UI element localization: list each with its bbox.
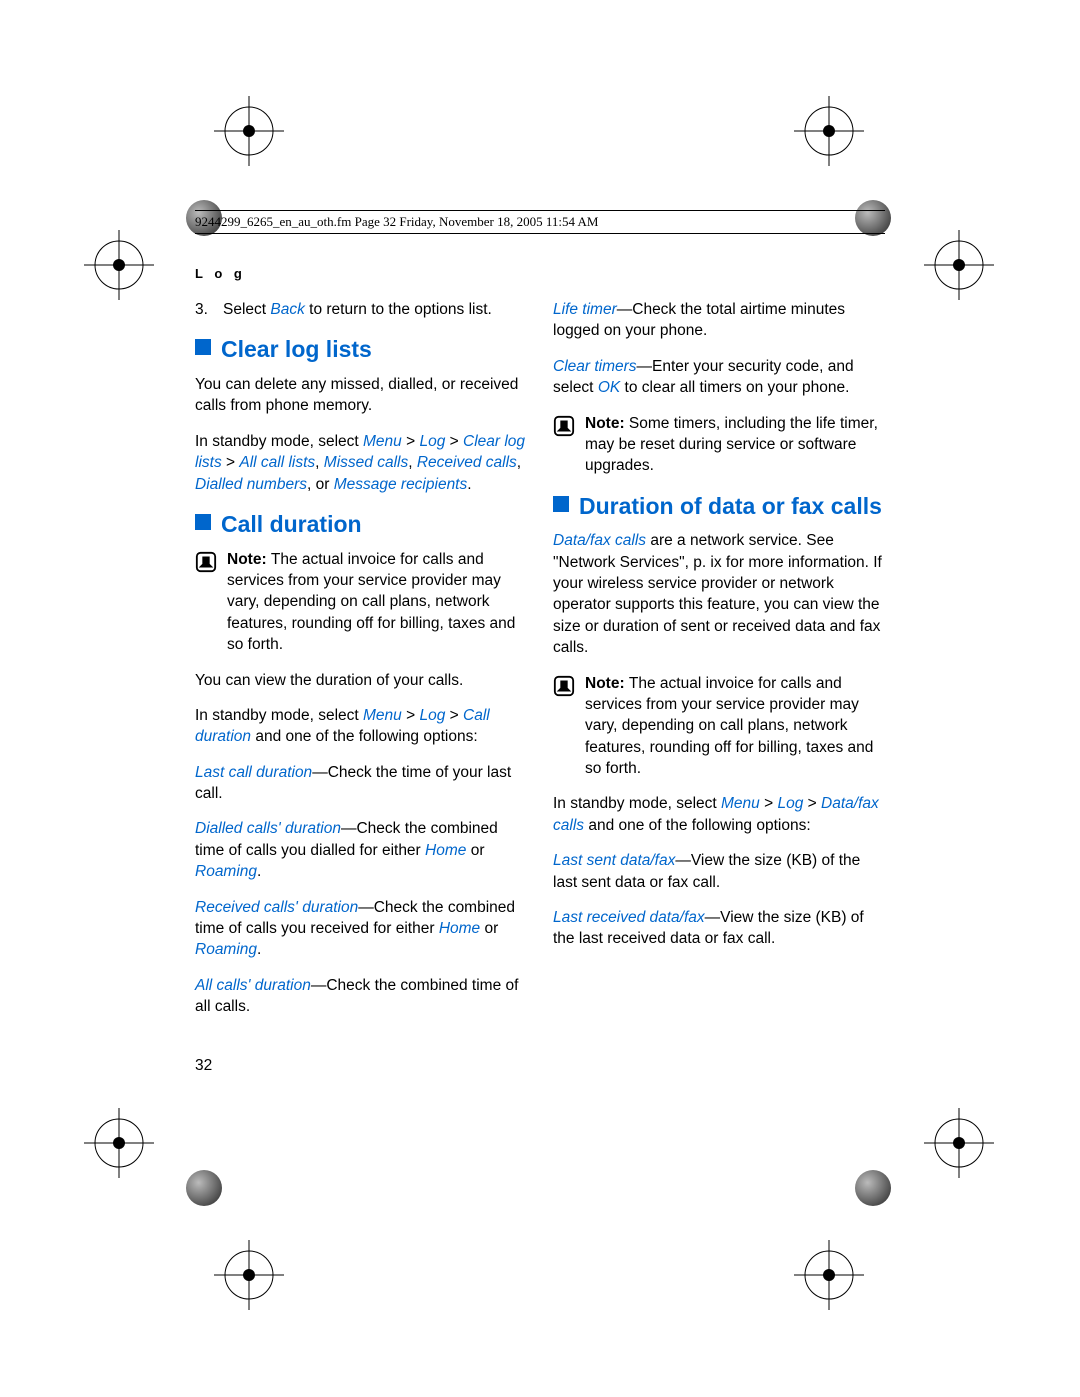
crop-cross-t (214, 96, 284, 166)
section-label: L o g (195, 266, 885, 281)
opt-lifetimer: Life timer—Check the total airtime minut… (553, 299, 885, 342)
step-number: 3. (195, 299, 223, 320)
datafax-description: Data/fax calls are a network service. Se… (553, 530, 885, 658)
opt-cleartimers: Clear timers—Enter your security code, a… (553, 356, 885, 399)
square-bullet-icon (195, 339, 211, 355)
crop-cross-r2 (924, 1108, 994, 1178)
crop-cross-l (84, 230, 154, 300)
crop-disc-bl (186, 1170, 222, 1206)
opt-dialled: Dialled calls' duration—Check the combin… (195, 818, 527, 882)
opt-received: Received calls' duration—Check the combi… (195, 897, 527, 961)
crop-cross-t2 (794, 96, 864, 166)
crop-cross-l2 (84, 1108, 154, 1178)
note-icon (553, 415, 575, 477)
crop-cross-b2 (794, 1240, 864, 1310)
opt-lastrecv: Last received data/fax—View the size (KB… (553, 907, 885, 950)
page-content: 9244299_6265_en_au_oth.fm Page 32 Friday… (195, 210, 885, 1075)
right-column: Life timer—Check the total airtime minut… (553, 299, 885, 1031)
view-duration: You can view the duration of your calls. (195, 670, 527, 691)
page-number: 32 (195, 1057, 885, 1075)
two-column-layout: 3. Select Back to return to the options … (195, 299, 885, 1031)
step-3: 3. Select Back to return to the options … (195, 299, 527, 320)
crop-cross-r (924, 230, 994, 300)
crop-disc-br (855, 1170, 891, 1206)
note-invoice-2: Note: The actual invoice for calls and s… (553, 673, 885, 780)
datafax-standby: In standby mode, select Menu > Log > Dat… (553, 793, 885, 836)
opt-last-call: Last call duration—Check the time of you… (195, 762, 527, 805)
clear-description: You can delete any missed, dialled, or r… (195, 374, 527, 417)
step-text: Select Back to return to the options lis… (223, 299, 527, 320)
back-link: Back (270, 301, 304, 318)
crop-cross-b (214, 1240, 284, 1310)
opt-allcalls: All calls' duration—Check the combined t… (195, 975, 527, 1018)
heading-data-fax: Duration of data or fax calls (553, 491, 885, 523)
note-icon (553, 675, 575, 780)
heading-clear-log-lists: Clear log lists (195, 334, 527, 366)
note-invoice: Note: The actual invoice for calls and s… (195, 549, 527, 656)
note-icon (195, 551, 217, 656)
callduration-standby: In standby mode, select Menu > Log > Cal… (195, 705, 527, 748)
clear-standby-instruction: In standby mode, select Menu > Log > Cle… (195, 431, 527, 495)
square-bullet-icon (553, 496, 569, 512)
note-timers: Note: Some timers, including the life ti… (553, 413, 885, 477)
square-bullet-icon (195, 514, 211, 530)
heading-call-duration: Call duration (195, 509, 527, 541)
opt-lastsent: Last sent data/fax—View the size (KB) of… (553, 850, 885, 893)
left-column: 3. Select Back to return to the options … (195, 299, 527, 1031)
page-header: 9244299_6265_en_au_oth.fm Page 32 Friday… (195, 210, 885, 234)
